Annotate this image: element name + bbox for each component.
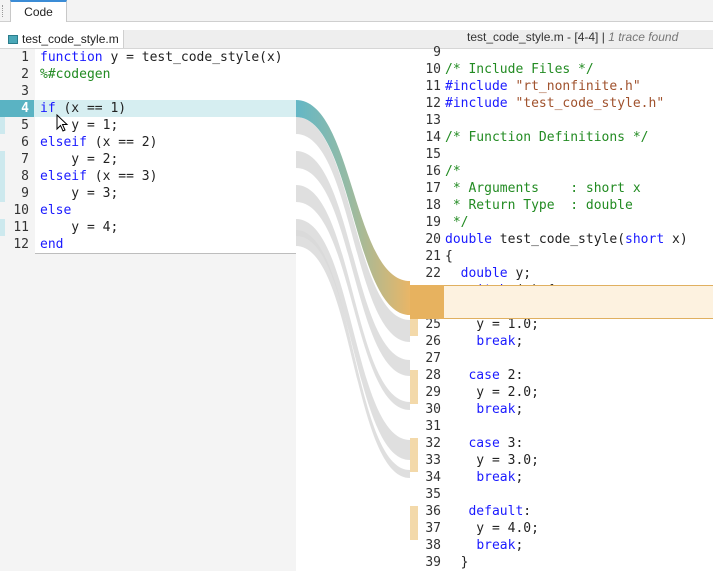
mouse-pointer-icon xyxy=(56,114,69,132)
trace-ribbons xyxy=(296,100,410,478)
inactive-trace-ribbon xyxy=(296,219,410,460)
